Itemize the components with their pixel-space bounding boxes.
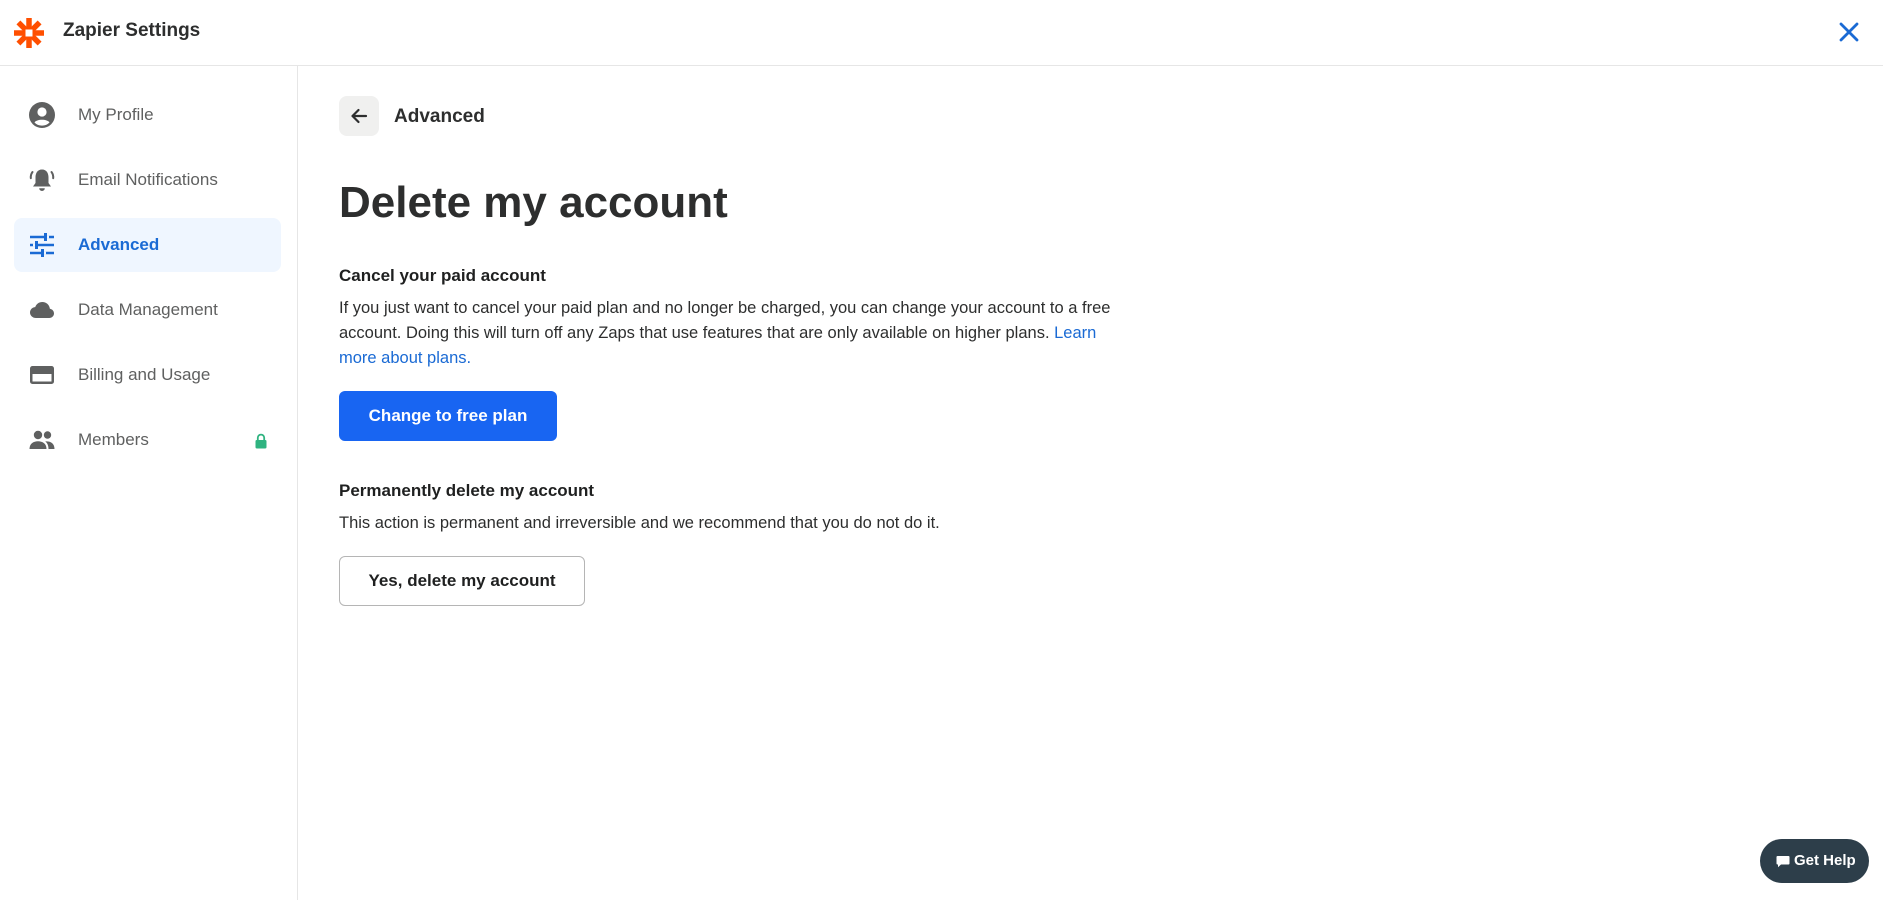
sidebar-item-label: Data Management: [78, 300, 218, 319]
page-title: Delete my account: [339, 178, 728, 227]
sidebar-item-data-management[interactable]: Data Management: [14, 283, 281, 337]
sidebar-item-members[interactable]: Members: [14, 413, 281, 467]
zapier-logo-icon: [14, 18, 44, 48]
top-bar: Zapier Settings: [0, 0, 1883, 66]
sidebar: My Profile Email Notifications Advanced …: [0, 66, 298, 900]
cancel-section-description: If you just want to cancel your paid pla…: [339, 296, 1129, 371]
sidebar-item-label: Billing and Usage: [78, 365, 211, 384]
sidebar-item-advanced[interactable]: Advanced: [14, 218, 281, 272]
sidebar-item-label: Email Notifications: [78, 170, 218, 189]
get-help-label: Get Help: [1794, 852, 1856, 869]
cancel-section-title: Cancel your paid account: [339, 266, 546, 285]
people-icon: [29, 430, 55, 449]
sidebar-item-label: Members: [78, 430, 149, 449]
breadcrumb: Advanced: [394, 106, 485, 127]
cancel-section-body: If you just want to cancel your paid pla…: [339, 299, 1111, 342]
lock-icon: [255, 433, 267, 449]
sidebar-item-label: My Profile: [78, 105, 154, 124]
main-content: Advanced Delete my account Cancel your p…: [339, 66, 1739, 900]
sidebar-item-billing-and-usage[interactable]: Billing and Usage: [14, 348, 281, 402]
sidebar-item-my-profile[interactable]: My Profile: [14, 88, 281, 142]
change-to-free-plan-button[interactable]: Change to free plan: [339, 391, 557, 441]
cloud-icon: [30, 302, 54, 318]
chat-bubble-icon: [1776, 856, 1790, 868]
delete-section-description: This action is permanent and irreversibl…: [339, 514, 940, 532]
arrow-left-icon: [351, 108, 368, 124]
delete-account-button[interactable]: Yes, delete my account: [339, 556, 585, 606]
get-help-button[interactable]: Get Help: [1760, 839, 1869, 883]
credit-card-icon: [30, 366, 54, 384]
back-button[interactable]: [339, 96, 379, 136]
account-circle-icon: [29, 102, 55, 128]
sliders-icon: [30, 233, 54, 257]
delete-section-title: Permanently delete my account: [339, 481, 595, 500]
close-icon[interactable]: [1836, 19, 1862, 45]
sidebar-item-label: Advanced: [78, 235, 160, 254]
bell-icon: [29, 169, 55, 191]
app-title: Zapier Settings: [63, 20, 201, 41]
sidebar-item-email-notifications[interactable]: Email Notifications: [14, 153, 281, 207]
